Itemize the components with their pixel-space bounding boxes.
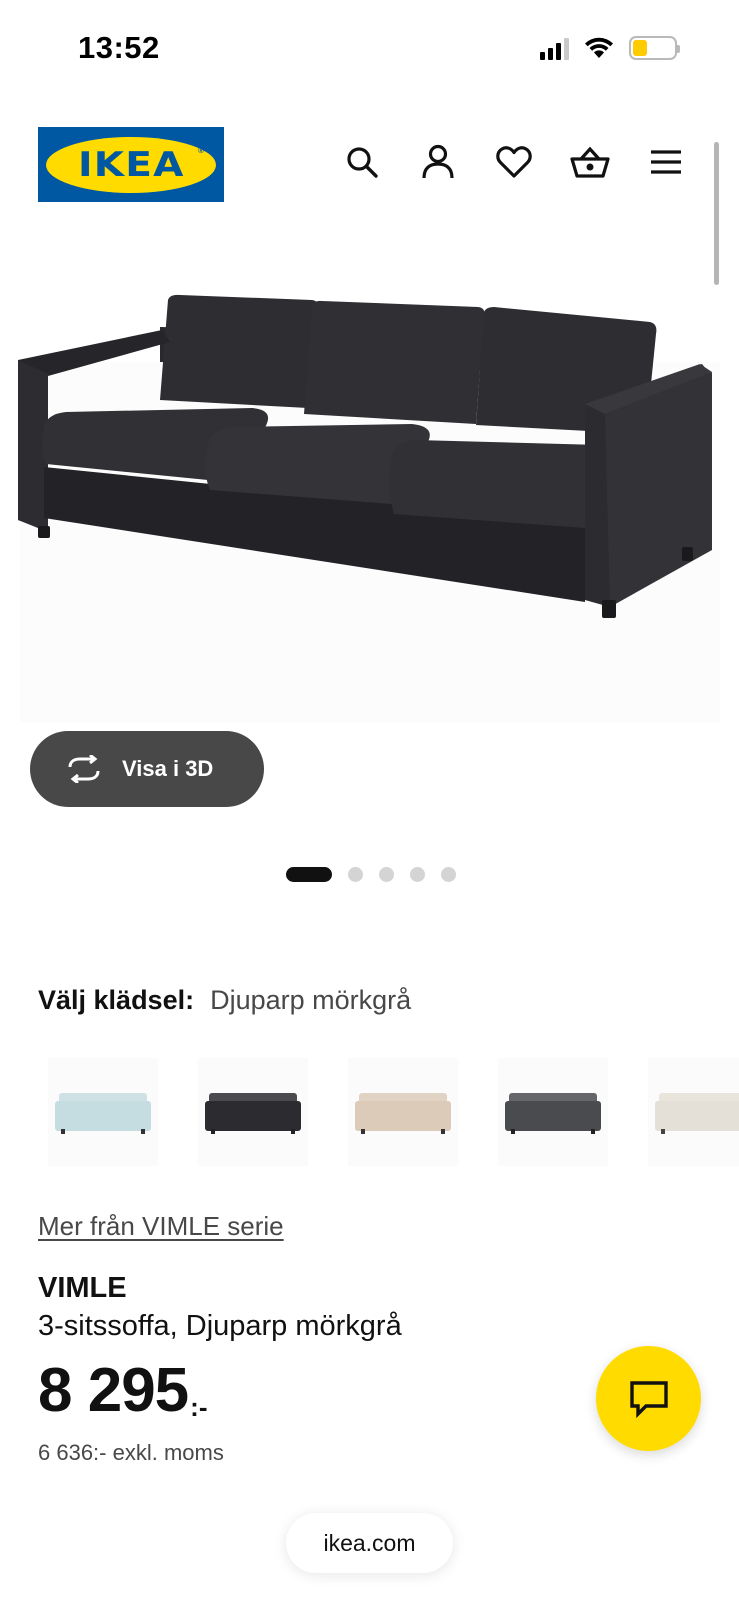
fabric-label: Välj klädsel:	[38, 985, 195, 1015]
status-bar: 13:52	[0, 0, 739, 100]
chat-icon	[629, 1380, 668, 1418]
heart-icon[interactable]	[493, 141, 535, 183]
battery-icon	[629, 36, 680, 60]
fabric-swatch-list	[48, 1058, 739, 1166]
browser-url-bar[interactable]: ikea.com	[286, 1513, 453, 1573]
status-time: 13:52	[78, 30, 160, 65]
sofa-image	[18, 294, 720, 722]
scrollbar[interactable]	[714, 142, 719, 285]
fabric-selector: Välj klädsel: Djuparp mörkgrå	[38, 985, 411, 1016]
menu-icon[interactable]	[645, 141, 687, 183]
site-header: IKEA ®	[0, 124, 739, 204]
view-in-3d-button[interactable]: Visa i 3D	[30, 731, 264, 807]
wifi-icon	[585, 37, 613, 58]
fabric-swatch[interactable]	[498, 1058, 608, 1166]
carousel-dot-5[interactable]	[441, 867, 456, 882]
product-price: 8 295 :-	[38, 1360, 207, 1423]
carousel-dot-3[interactable]	[379, 867, 394, 882]
carousel-indicator	[286, 867, 456, 882]
fabric-selected-value: Djuparp mörkgrå	[210, 985, 412, 1015]
carousel-dot-4[interactable]	[410, 867, 425, 882]
ikea-logo[interactable]: IKEA ®	[38, 127, 224, 202]
product-name: VIMLE	[38, 1272, 127, 1304]
product-description: 3-sitssoffa, Djuparp mörkgrå	[38, 1310, 402, 1342]
fabric-swatch[interactable]	[48, 1058, 158, 1166]
rotate-3d-icon	[68, 755, 100, 783]
account-icon[interactable]	[417, 141, 459, 183]
search-icon[interactable]	[341, 141, 383, 183]
chat-button[interactable]	[596, 1346, 701, 1451]
series-link[interactable]: Mer från VIMLE serie	[38, 1211, 284, 1242]
basket-icon[interactable]	[569, 141, 611, 183]
view-in-3d-label: Visa i 3D	[122, 756, 214, 781]
fabric-swatch[interactable]	[648, 1058, 739, 1166]
browser-url: ikea.com	[323, 1529, 416, 1556]
header-nav-icons	[341, 141, 687, 183]
carousel-dot-2[interactable]	[348, 867, 363, 882]
product-image[interactable]	[10, 282, 730, 722]
price-value: 8 295	[38, 1356, 189, 1425]
logo-text: IKEA	[77, 144, 185, 185]
fabric-swatch[interactable]	[198, 1058, 308, 1166]
carousel-dot-1[interactable]	[286, 867, 332, 882]
fabric-swatch[interactable]	[348, 1058, 458, 1166]
cellular-signal-icon	[540, 36, 569, 60]
price-suffix: :-	[190, 1392, 208, 1422]
price-excl-vat: 6 636:- exkl. moms	[38, 1440, 224, 1465]
status-icons	[540, 36, 680, 60]
